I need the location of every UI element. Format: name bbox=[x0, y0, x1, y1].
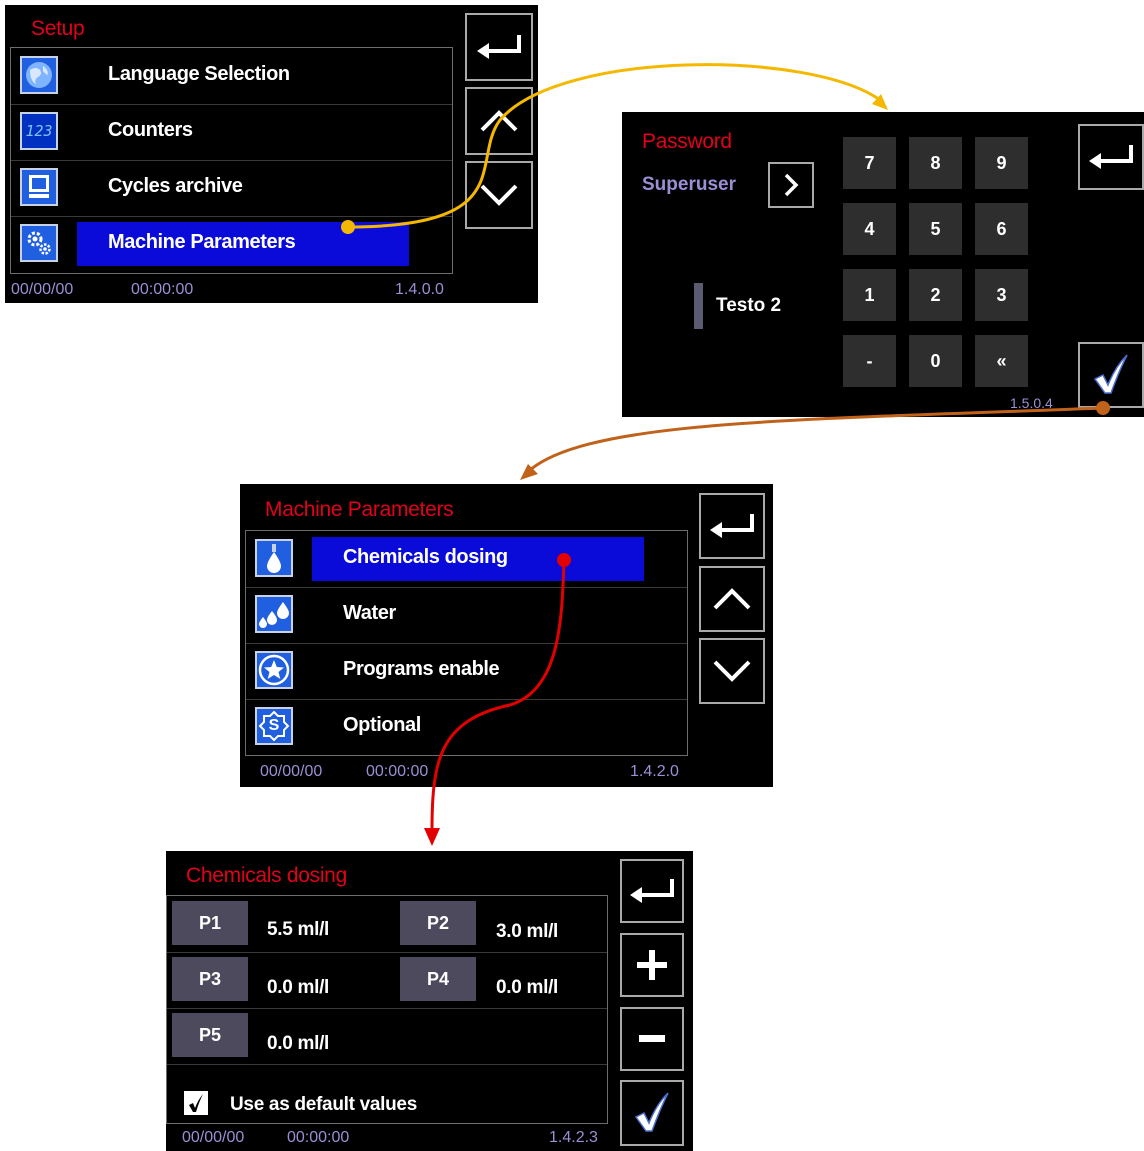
flow-arrows bbox=[341, 63, 1110, 846]
flow-arrow-red bbox=[430, 559, 566, 831]
flow-dot-red bbox=[557, 553, 571, 567]
flow-dot-yellow bbox=[341, 220, 355, 234]
flow-arrow-brown bbox=[529, 406, 1104, 472]
flow-arrowhead-red bbox=[424, 828, 440, 846]
flow-arrow-yellow bbox=[347, 63, 881, 229]
flow-dot-brown bbox=[1096, 401, 1110, 415]
